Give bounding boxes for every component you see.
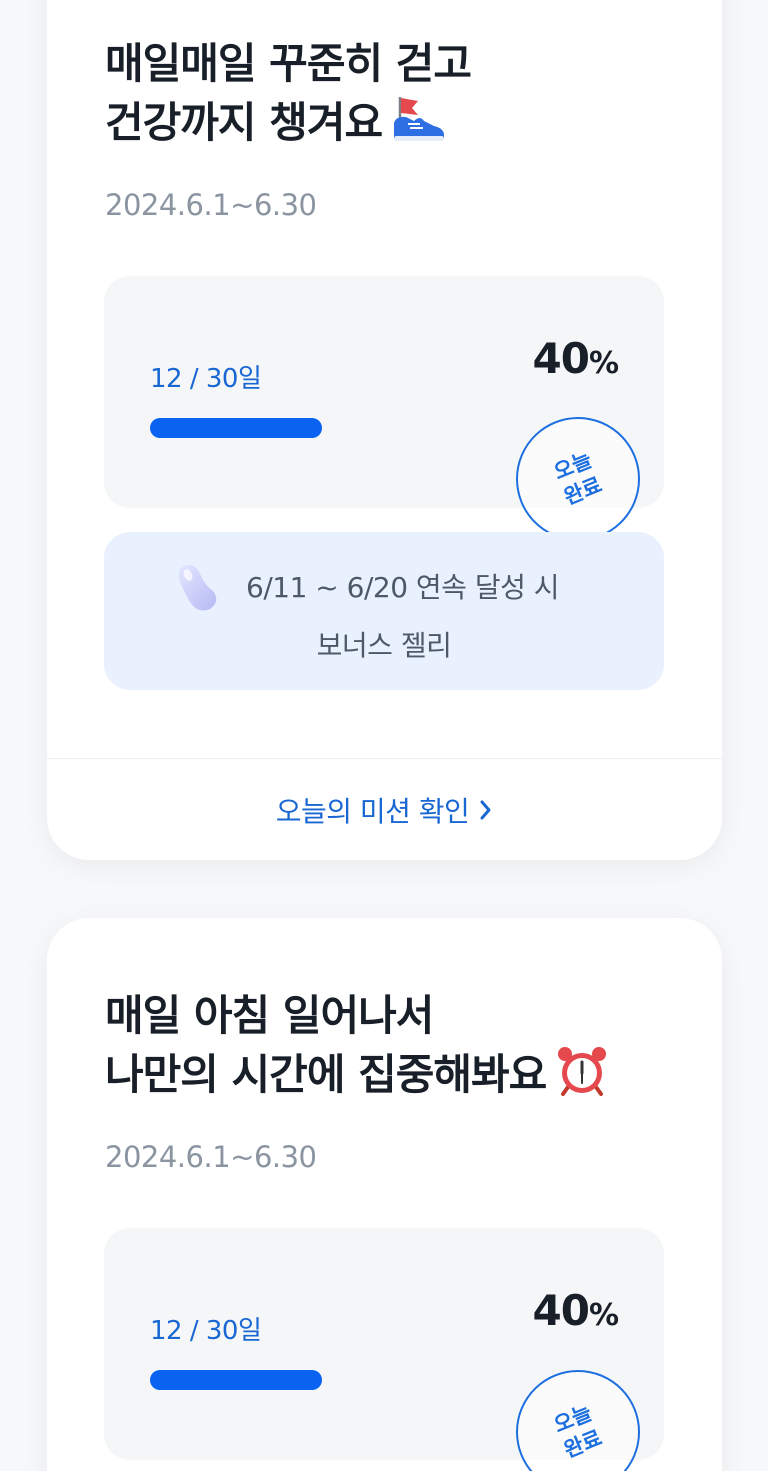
progress-bar-track <box>150 418 580 438</box>
today-mission-label: 오늘의 미션 확인 <box>275 795 470 828</box>
progress-bar-track <box>150 1370 580 1390</box>
running-shoe-icon <box>390 95 448 160</box>
challenge-title-line2-wrap: 건강까지 챙겨요 <box>105 93 705 160</box>
challenge-title-line2-wrap: 나만의 시간에 집중해봐요 <box>105 1045 705 1112</box>
chevron-right-icon <box>479 799 493 821</box>
challenge-list: 매일매일 꾸준히 걷고 건강까지 챙겨요 2024.6.1~6.30 12 / … <box>0 0 768 1471</box>
challenge-title-line2: 나만의 시간에 집중해봐요 <box>105 1050 547 1099</box>
alarm-clock-icon <box>554 1045 610 1112</box>
challenge-card-walking[interactable]: 매일매일 꾸준히 걷고 건강까지 챙겨요 2024.6.1~6.30 12 / … <box>47 0 722 860</box>
challenge-title-line1: 매일매일 꾸준히 걷고 <box>105 39 472 88</box>
progress-percent: 40% <box>532 1286 619 1335</box>
challenge-period: 2024.6.1~6.30 <box>105 1140 317 1174</box>
challenge-card-morning[interactable]: 매일 아침 일어나서 나만의 시간에 집중해봐요 2024.6.1~6.30 1… <box>47 918 722 1471</box>
card-divider <box>47 758 722 759</box>
bonus-panel: 6/11 ~ 6/20 연속 달성 시 보너스 젤리 <box>104 532 664 690</box>
bonus-reward: 보너스 젤리 <box>316 629 452 662</box>
progress-bar-fill <box>150 1370 322 1390</box>
today-mission-link[interactable]: 오늘의 미션 확인 <box>47 788 722 832</box>
progress-percent-unit: % <box>588 346 619 381</box>
challenge-title-line2: 건강까지 챙겨요 <box>105 98 383 147</box>
progress-bar-fill <box>150 418 322 438</box>
challenge-title: 매일 아침 일어나서 나만의 시간에 집중해봐요 <box>105 986 705 1112</box>
progress-percent-unit: % <box>588 1298 619 1333</box>
jelly-bean-icon <box>174 562 220 618</box>
challenge-title-line1: 매일 아침 일어나서 <box>105 991 434 1040</box>
progress-days: 12 / 30일 <box>150 364 262 394</box>
progress-percent-value: 40 <box>532 334 589 383</box>
progress-days: 12 / 30일 <box>150 1316 262 1346</box>
challenge-period: 2024.6.1~6.30 <box>105 188 317 222</box>
progress-percent: 40% <box>532 334 619 383</box>
progress-percent-value: 40 <box>532 1286 589 1335</box>
bonus-condition: 6/11 ~ 6/20 연속 달성 시 <box>246 571 560 604</box>
challenge-title: 매일매일 꾸준히 걷고 건강까지 챙겨요 <box>105 34 705 160</box>
